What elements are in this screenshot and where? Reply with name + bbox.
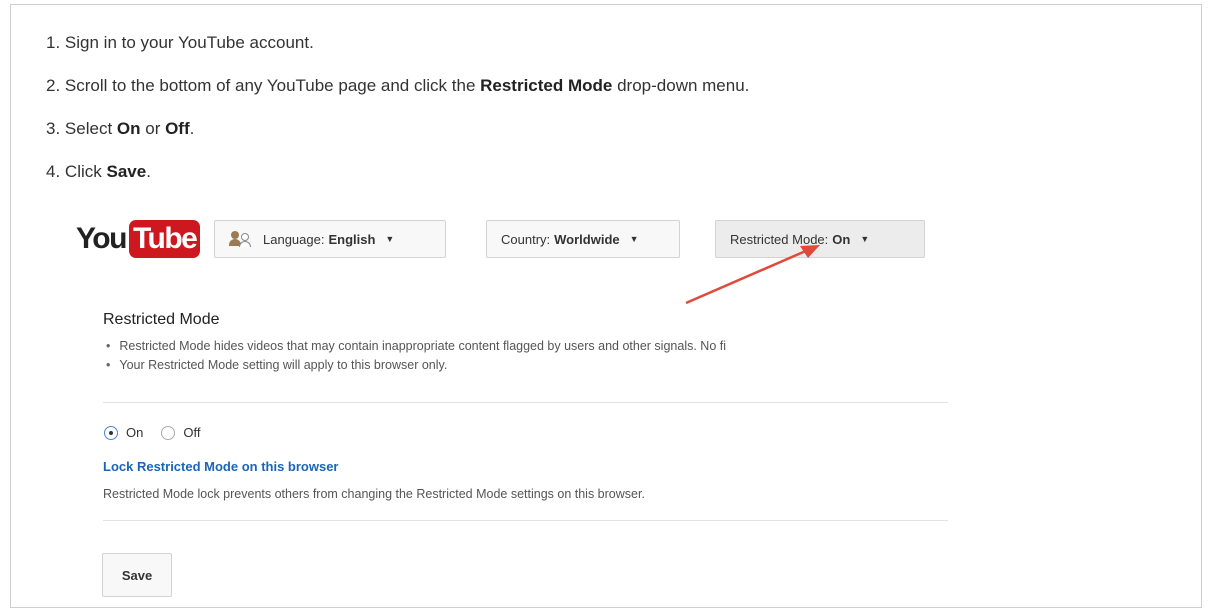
step-bold: On bbox=[116, 119, 141, 138]
lock-restricted-mode-link[interactable]: Lock Restricted Mode on this browser bbox=[103, 459, 339, 474]
step-text: or bbox=[140, 119, 166, 138]
radio-on-label[interactable]: On bbox=[126, 425, 143, 440]
youtube-logo[interactable]: You Tube bbox=[76, 220, 201, 258]
radio-off[interactable] bbox=[161, 425, 176, 440]
restricted-mode-description: Restricted Mode hides videos that may co… bbox=[106, 337, 948, 375]
step-number: 2. bbox=[46, 76, 61, 95]
step-2: 2. Scroll to the bottom of any YouTube p… bbox=[46, 76, 749, 96]
restricted-mode-title: Restricted Mode bbox=[103, 311, 220, 328]
people-icon bbox=[229, 231, 251, 247]
step-text: Select bbox=[64, 119, 117, 138]
country-label: Country: bbox=[501, 231, 551, 247]
language-value: English bbox=[328, 231, 376, 247]
language-dropdown[interactable]: Language: English ▼ bbox=[214, 220, 446, 258]
save-button[interactable]: Save bbox=[102, 553, 172, 597]
description-bullet: Restricted Mode hides videos that may co… bbox=[106, 337, 948, 356]
country-value: Worldwide bbox=[554, 231, 620, 247]
step-text: . bbox=[189, 119, 195, 138]
language-label: Language: bbox=[263, 231, 325, 247]
step-number: 1. bbox=[46, 33, 61, 52]
step-bold: Off bbox=[165, 119, 190, 138]
step-text: . bbox=[146, 162, 151, 181]
annotation-arrow-icon bbox=[685, 245, 820, 305]
step-text: Sign in to your YouTube account. bbox=[64, 33, 314, 52]
restricted-mode-value: On bbox=[832, 231, 851, 247]
step-text: drop-down menu. bbox=[612, 76, 750, 95]
step-1: 1. Sign in to your YouTube account. bbox=[46, 33, 314, 53]
description-bullet: Your Restricted Mode setting will apply … bbox=[106, 356, 948, 375]
restricted-mode-radio-group: On Off bbox=[104, 425, 218, 440]
step-4: 4. Click Save. bbox=[46, 162, 151, 182]
step-3: 3. Select On or Off. bbox=[46, 119, 194, 139]
logo-you-text: You bbox=[76, 222, 127, 255]
step-number: 3. bbox=[46, 119, 61, 138]
radio-on[interactable] bbox=[104, 425, 118, 440]
caret-down-icon: ▼ bbox=[860, 234, 870, 244]
country-dropdown[interactable]: Country: Worldwide ▼ bbox=[486, 220, 680, 258]
step-bold: Restricted Mode bbox=[480, 76, 613, 95]
caret-down-icon: ▼ bbox=[385, 234, 395, 244]
step-bold: Save bbox=[106, 162, 147, 181]
lock-description: Restricted Mode lock prevents others fro… bbox=[103, 487, 645, 501]
divider bbox=[103, 520, 948, 521]
radio-off-label[interactable]: Off bbox=[183, 425, 200, 440]
step-text: Scroll to the bottom of any YouTube page… bbox=[64, 76, 481, 95]
divider bbox=[103, 402, 948, 403]
caret-down-icon: ▼ bbox=[629, 234, 639, 244]
logo-tube-text: Tube bbox=[128, 220, 201, 258]
step-number: 4. bbox=[46, 162, 61, 181]
step-text: Click bbox=[64, 162, 107, 181]
